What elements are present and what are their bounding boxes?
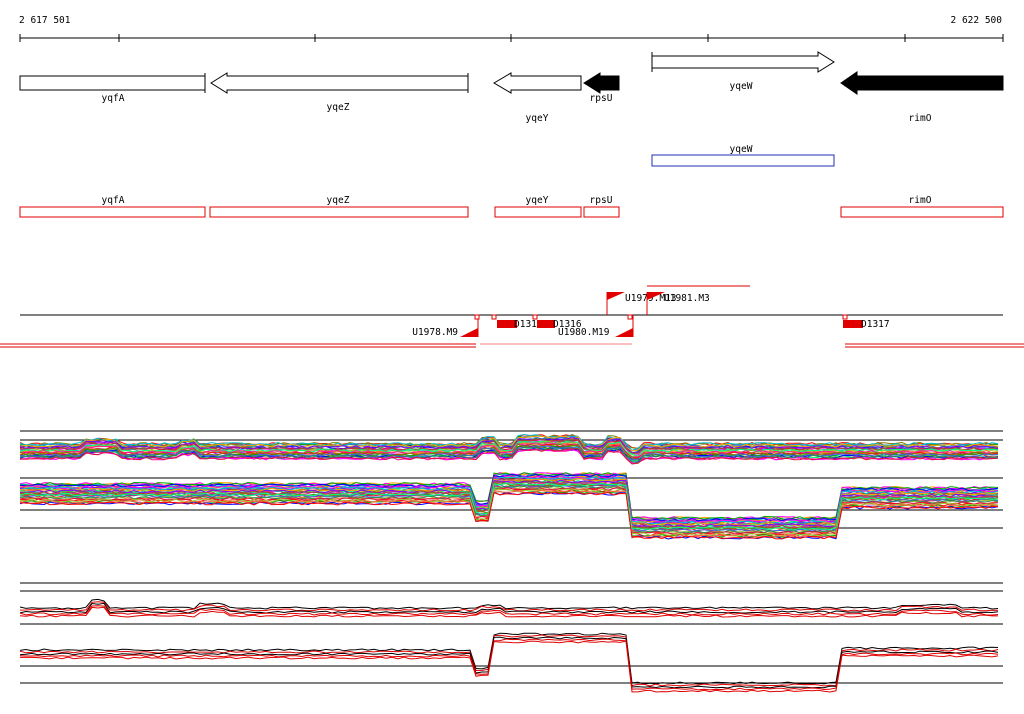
red-track-label: rpsU xyxy=(590,195,613,206)
gene-arrow[interactable] xyxy=(210,72,469,94)
gene-arrow[interactable] xyxy=(840,71,1004,95)
feature-label: U1981.M3 xyxy=(664,293,710,304)
red-track-label: yqfA xyxy=(102,195,125,206)
expression-panel-multicolor xyxy=(19,430,1003,540)
panel-gridlines xyxy=(20,582,1003,684)
feature-D1317[interactable]: D1317 xyxy=(842,314,890,330)
start-coordinate: 2 617 501 xyxy=(19,15,71,26)
profile-line xyxy=(19,638,999,691)
gene-label: yqeY xyxy=(526,113,549,124)
gene-yqfA[interactable]: yqfA xyxy=(19,73,206,104)
gene-track: yqfA yqeZ yqeY rpsU yqeW rimO xyxy=(19,51,1004,124)
red-track-box[interactable] xyxy=(19,206,206,218)
gene-yqeZ[interactable]: yqeZ xyxy=(210,72,469,113)
red-annotation-track: yqfA yqeZ yqeY rpsU rimO xyxy=(19,195,1004,218)
genome-browser-view: 2 617 501 2 622 500 yqfA yqeZ yqeY rpsU … xyxy=(0,15,1024,693)
gene-arrow[interactable] xyxy=(19,75,206,91)
red-track-label: yqeY xyxy=(526,195,549,206)
profile-line xyxy=(19,598,999,610)
feature-label: U1978.M9 xyxy=(412,327,458,338)
red-track-label: yqeZ xyxy=(327,195,350,206)
gene-arrow[interactable] xyxy=(651,51,835,73)
gene-yqeW[interactable]: yqeW xyxy=(651,51,835,92)
gene-rpsU[interactable]: rpsU xyxy=(583,72,620,104)
profile-line xyxy=(20,640,999,693)
red-track-box[interactable] xyxy=(840,206,1004,218)
red-track-label: rimO xyxy=(909,195,932,206)
feature-track: U1978.M9 D1315 D1316 U1980.M19 U1979.M13 xyxy=(0,285,1024,348)
gene-arrow[interactable] xyxy=(493,72,582,94)
blue-annotation-track: yqeW xyxy=(651,144,835,167)
gene-label: rpsU xyxy=(590,93,613,104)
gene-rimO[interactable]: rimO xyxy=(840,71,1004,124)
profile-line xyxy=(19,636,999,689)
gene-label: yqfA xyxy=(102,93,125,104)
red-track-box[interactable] xyxy=(494,206,582,218)
red-track-box[interactable] xyxy=(209,206,469,218)
gene-arrow[interactable] xyxy=(583,72,620,94)
profile-lines xyxy=(19,433,999,540)
gene-label: rimO xyxy=(909,113,932,124)
blue-track-label: yqeW xyxy=(730,144,753,155)
coordinate-ruler: 2 617 501 2 622 500 xyxy=(19,15,1004,42)
blue-track-box[interactable] xyxy=(651,154,835,167)
feature-label: U1980.M19 xyxy=(558,327,610,338)
feature-U1978-M9[interactable]: U1978.M9 xyxy=(412,314,480,338)
profile-line xyxy=(19,601,999,612)
gene-label: yqeZ xyxy=(327,102,350,113)
end-coordinate: 2 622 500 xyxy=(951,15,1003,26)
feature-label: D1317 xyxy=(861,319,890,330)
gene-yqeY[interactable]: yqeY xyxy=(493,72,582,124)
profile-lines xyxy=(19,598,999,693)
expression-panel-condition xyxy=(19,582,1003,693)
red-track-box[interactable] xyxy=(583,206,620,218)
gene-label: yqeW xyxy=(730,81,753,92)
